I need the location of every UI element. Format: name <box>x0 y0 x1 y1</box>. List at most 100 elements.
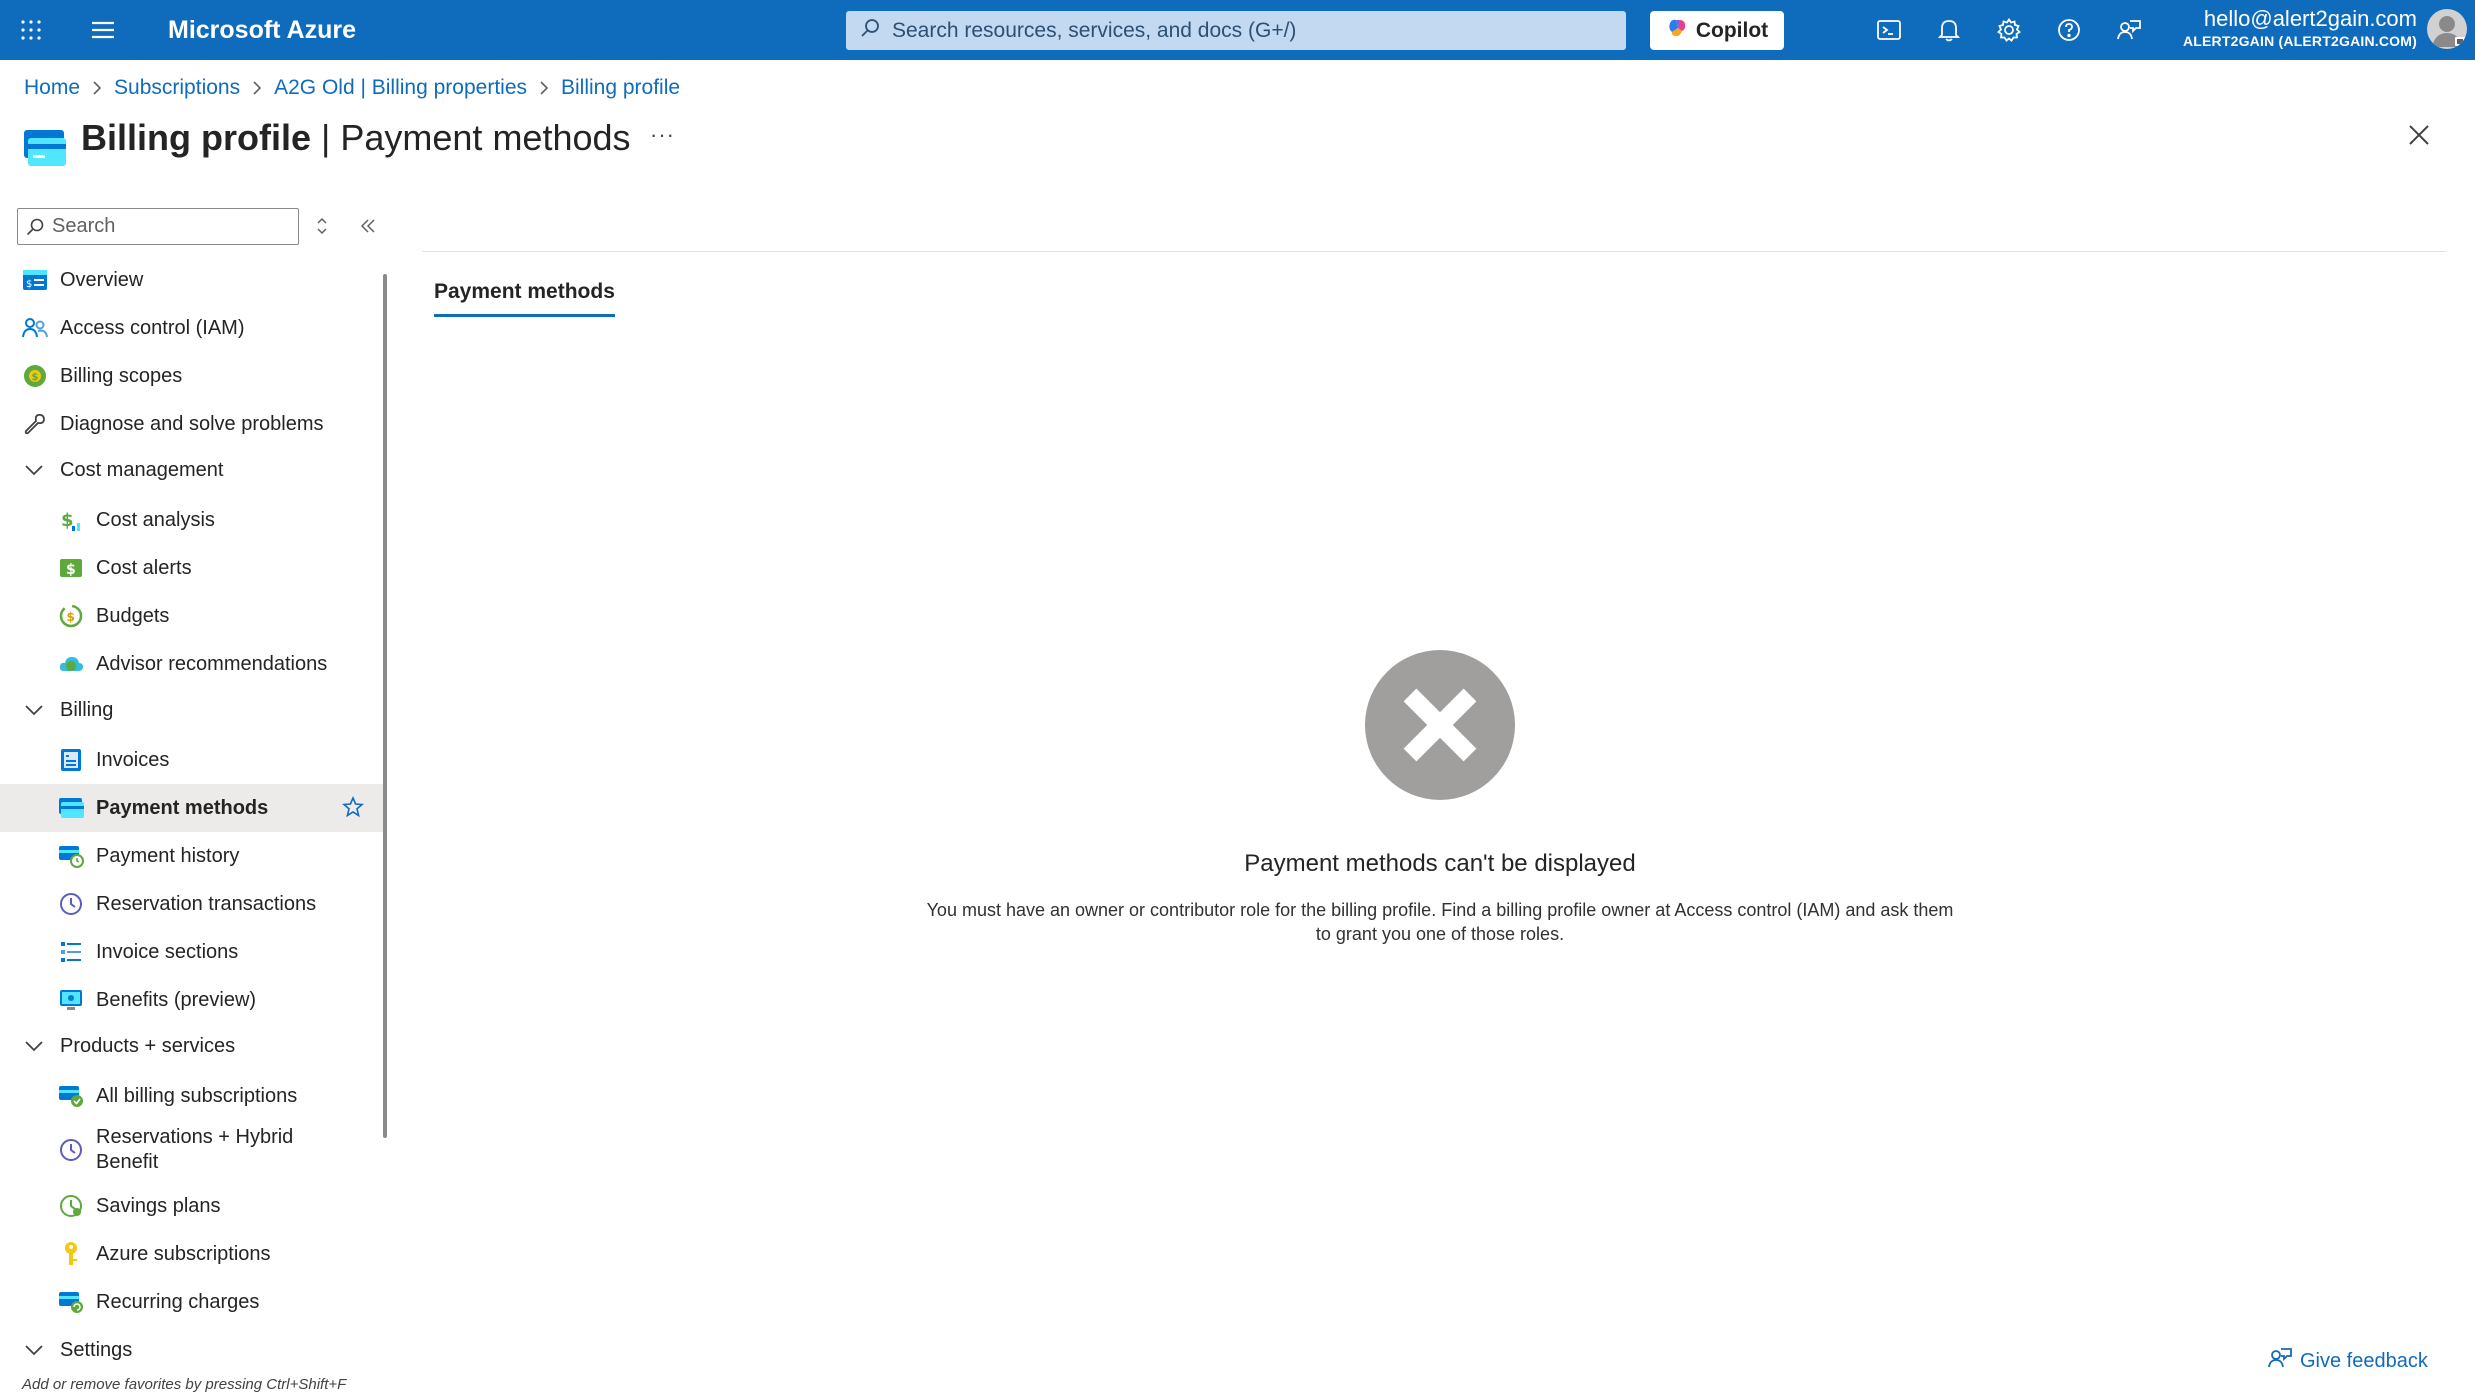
nav-item-invoices[interactable]: Invoices <box>0 736 385 784</box>
favorites-hint: Add or remove favorites by pressing Ctrl… <box>22 1376 347 1393</box>
nav-group-settings[interactable]: Settings <box>0 1326 385 1374</box>
nav-search[interactable] <box>17 208 299 245</box>
key-icon <box>58 1241 84 1267</box>
savings-plans-icon <box>58 1193 84 1219</box>
account-email: hello@alert2gain.com <box>2203 6 2417 31</box>
nav-item-all-billing-subscriptions[interactable]: All billing subscriptions <box>0 1072 385 1120</box>
budgets-icon: $ <box>58 603 84 629</box>
benefits-icon <box>58 987 84 1013</box>
cost-alerts-icon: $ <box>58 555 84 581</box>
nav-item-azure-subscriptions[interactable]: Azure subscriptions <box>0 1230 385 1278</box>
reservation-icon <box>58 891 84 917</box>
recurring-charges-icon <box>58 1289 84 1315</box>
feedback-icon[interactable] <box>2114 0 2144 60</box>
error-message-line1: You must have an owner or contributor ro… <box>926 900 1954 920</box>
tab-payment-methods[interactable]: Payment methods <box>434 280 615 317</box>
nav-item-advisor[interactable]: Advisor recommendations <box>0 640 385 688</box>
avatar[interactable] <box>2427 9 2467 49</box>
nav-item-access-control[interactable]: Access control (IAM) <box>0 304 385 352</box>
nav-item-billing-scopes[interactable]: $ Billing scopes <box>0 352 385 400</box>
error-icon <box>1365 650 1515 805</box>
portal-menu-icon[interactable] <box>16 0 46 60</box>
nav-item-recurring-charges[interactable]: Recurring charges <box>0 1278 385 1326</box>
global-search-input[interactable] <box>892 18 1592 43</box>
nav-item-reservation-transactions[interactable]: Reservation transactions <box>0 880 385 928</box>
advisor-icon <box>58 651 84 677</box>
overview-icon: $ <box>22 267 48 293</box>
chevron-right-icon <box>539 80 549 96</box>
page-title: Billing profile | Payment methods <box>81 114 631 162</box>
settings-icon[interactable] <box>1994 0 2024 60</box>
billing-scopes-icon: $ <box>22 363 48 389</box>
brand-title[interactable]: Microsoft Azure <box>168 0 356 60</box>
error-message-line2: to grant you one of those roles. <box>1315 924 1565 944</box>
chevron-right-icon <box>92 80 102 96</box>
hamburger-icon[interactable] <box>88 0 118 60</box>
give-feedback-label: Give feedback <box>2300 1349 2428 1372</box>
account-tenant: ALERT2GAIN (ALERT2GAIN.COM) <box>2182 33 2417 49</box>
nav-item-cost-alerts[interactable]: $ Cost alerts <box>0 544 385 592</box>
nav-item-payment-history[interactable]: Payment history <box>0 832 385 880</box>
page-title-blade: | Payment methods <box>321 117 631 158</box>
iam-icon <box>22 315 48 341</box>
collapse-nav-icon[interactable] <box>358 215 378 242</box>
chevron-down-icon <box>24 1344 46 1356</box>
search-icon <box>26 218 44 236</box>
breadcrumb-billing-properties[interactable]: A2G Old | Billing properties <box>274 76 527 100</box>
breadcrumb-home[interactable]: Home <box>24 76 80 100</box>
wrench-icon <box>22 411 48 437</box>
left-nav: $ Overview Access control (IAM) $ Billin… <box>0 256 385 1393</box>
nav-search-input[interactable] <box>52 215 292 238</box>
nav-item-benefits[interactable]: Benefits (preview) <box>0 976 385 1024</box>
give-feedback-link[interactable]: Give feedback <box>2268 1346 2428 1376</box>
nav-scrollbar[interactable] <box>383 274 387 1138</box>
notifications-icon[interactable] <box>1934 0 1964 60</box>
svg-text:$: $ <box>67 610 75 624</box>
nav-item-payment-methods[interactable]: Payment methods <box>0 784 385 832</box>
payment-methods-icon <box>58 795 84 821</box>
copilot-label: Copilot <box>1695 18 1769 42</box>
svg-text:$: $ <box>66 562 76 578</box>
nav-item-budgets[interactable]: $ Budgets <box>0 592 385 640</box>
svg-text:$: $ <box>61 510 74 531</box>
payment-methods-icon <box>24 130 66 173</box>
account-info[interactable]: hello@alert2gain.com ALERT2GAIN (ALERT2G… <box>2183 6 2417 50</box>
star-icon[interactable] <box>342 795 364 824</box>
nav-group-products-services[interactable]: Products + services <box>0 1022 385 1070</box>
global-search[interactable] <box>846 11 1626 50</box>
chevron-down-icon <box>24 1040 46 1052</box>
breadcrumb: Home Subscriptions A2G Old | Billing pro… <box>24 74 680 102</box>
subscriptions-icon <box>58 1083 84 1109</box>
nav-item-cost-analysis[interactable]: $ Cost analysis <box>0 496 385 544</box>
nav-group-billing[interactable]: Billing <box>0 686 385 734</box>
error-message: You must have an owner or contributor ro… <box>920 898 1960 946</box>
svg-text:$: $ <box>32 372 39 383</box>
chevron-right-icon <box>252 80 262 96</box>
nav-item-invoice-sections[interactable]: Invoice sections <box>0 928 385 976</box>
top-bar: Microsoft Azure Copilot hello@alert2 <box>0 0 2475 60</box>
breadcrumb-billing-profile[interactable]: Billing profile <box>561 76 680 100</box>
help-icon[interactable] <box>2054 0 2084 60</box>
svg-text:$: $ <box>26 279 32 290</box>
content-divider <box>422 251 2446 252</box>
invoice-sections-icon <box>58 939 84 965</box>
nav-item-label: Reservations + Hybrid <box>96 1126 294 1148</box>
nav-item-diagnose[interactable]: Diagnose and solve problems <box>0 400 385 448</box>
close-icon[interactable] <box>2408 124 2430 151</box>
search-icon <box>860 18 880 43</box>
chevron-down-icon <box>24 704 46 716</box>
nav-group-cost-management[interactable]: Cost management <box>0 446 385 494</box>
page-title-resource: Billing profile <box>81 117 311 158</box>
nav-item-savings-plans[interactable]: Savings plans <box>0 1182 385 1230</box>
invoices-icon <box>58 747 84 773</box>
breadcrumb-subscriptions[interactable]: Subscriptions <box>114 76 240 100</box>
reservations-hybrid-icon <box>58 1137 84 1163</box>
more-options-button[interactable]: ··· <box>650 122 675 148</box>
nav-item-reservations-hybrid[interactable]: Reservations + Hybrid Benefit <box>0 1122 385 1178</box>
sort-icon[interactable] <box>314 215 330 242</box>
copilot-button[interactable]: Copilot <box>1650 11 1784 50</box>
chevron-down-icon <box>24 464 46 476</box>
cloud-shell-icon[interactable] <box>1874 0 1904 60</box>
copilot-icon <box>1666 17 1688 45</box>
nav-item-overview[interactable]: $ Overview <box>0 256 385 304</box>
